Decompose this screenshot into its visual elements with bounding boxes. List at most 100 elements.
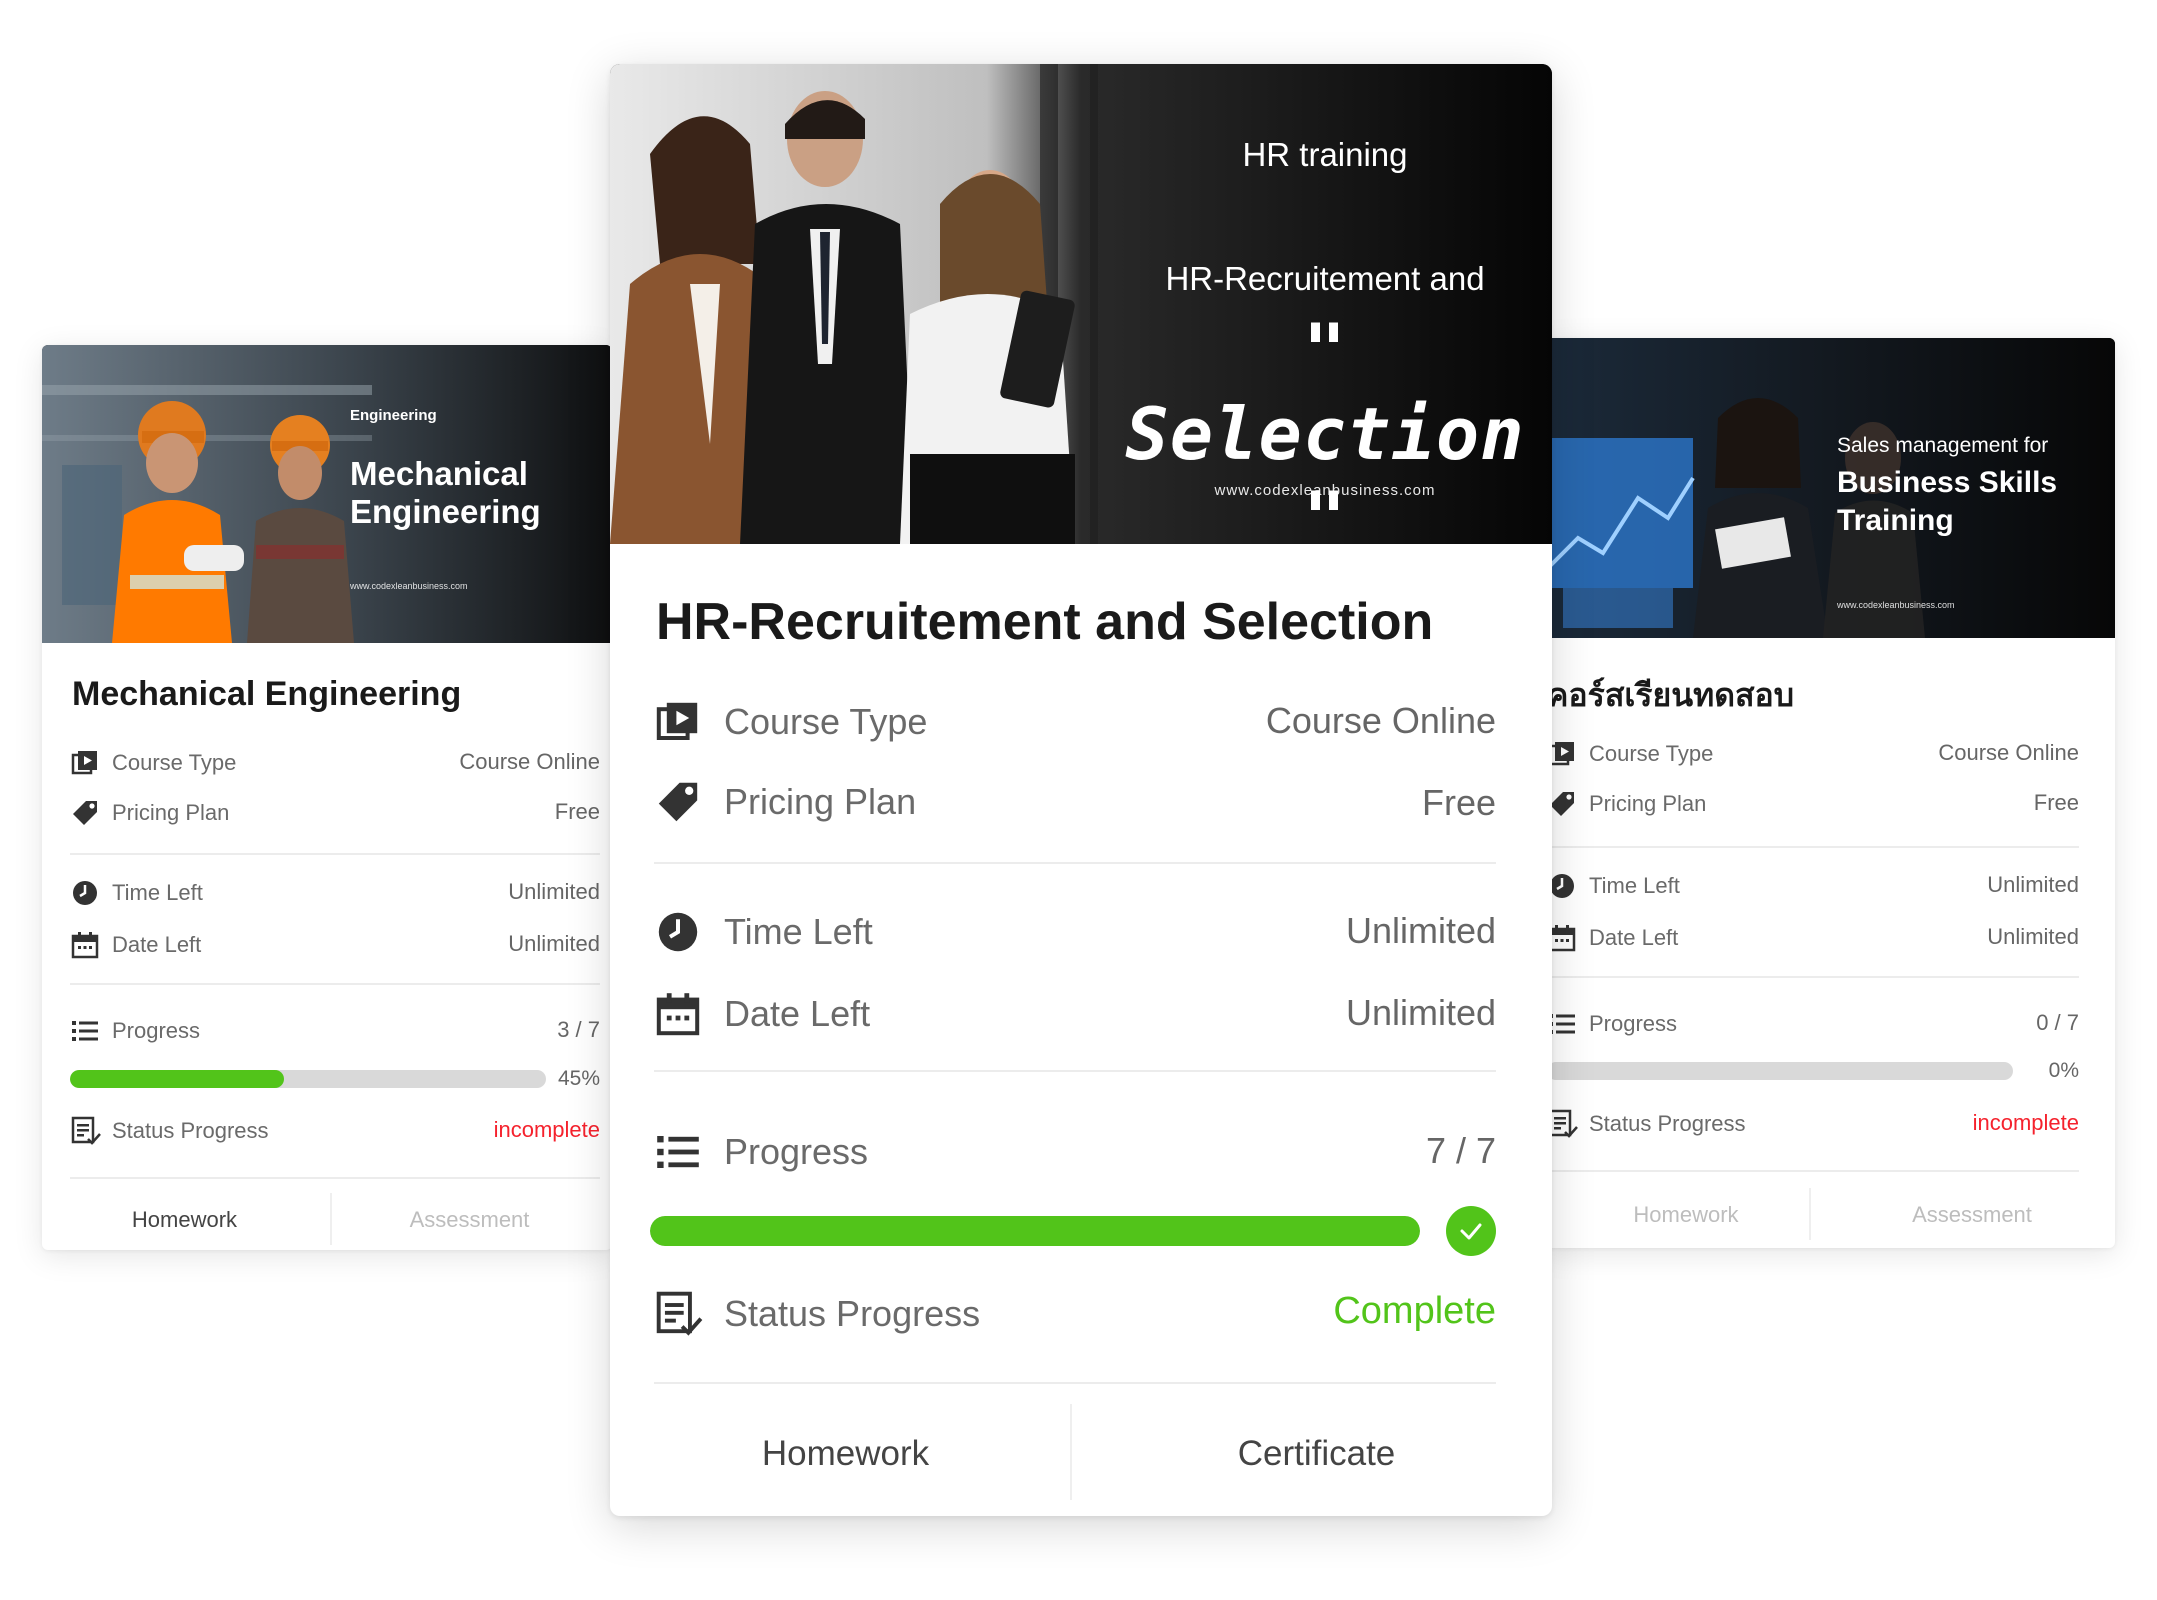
pricing-plan-label: Pricing Plan bbox=[1589, 791, 1707, 816]
course-type-row: Course Type bbox=[70, 745, 236, 781]
time-left-value: Unlimited bbox=[508, 879, 600, 904]
course-banner-image: Engineering Mechanical Engineering www.c… bbox=[42, 345, 612, 643]
course-banner-image: Sales management for Business Skills Tra… bbox=[1543, 338, 2115, 638]
date-left-value: Unlimited bbox=[1987, 924, 2079, 949]
course-banner-image: HR training HR-Recruitement and " Select… bbox=[610, 64, 1552, 544]
pricing-plan-row: Pricing Plan bbox=[654, 774, 916, 830]
pricing-plan-value: Free bbox=[2033, 790, 2079, 815]
pricing-plan-value: Free bbox=[1421, 782, 1496, 823]
banner-line3: Training bbox=[1837, 504, 1954, 537]
clock-icon bbox=[654, 908, 702, 956]
status-progress-row: Status Progress bbox=[654, 1286, 980, 1342]
date-left-value: Unlimited bbox=[1345, 992, 1496, 1033]
banner-line3: " Selection " bbox=[1125, 308, 1525, 544]
pricing-plan-label: Pricing Plan bbox=[112, 800, 230, 825]
course-type-row: Course Type bbox=[1547, 736, 1713, 772]
divider bbox=[654, 862, 1496, 864]
time-left-row: Time Left bbox=[1547, 868, 1680, 904]
pricing-plan-value: Free bbox=[554, 799, 600, 824]
progress-value: 3 / 7 bbox=[557, 1017, 600, 1042]
play-library-icon bbox=[654, 698, 702, 746]
assessment-tab[interactable]: Assessment bbox=[1829, 1195, 2115, 1235]
time-left-row: Time Left bbox=[70, 875, 203, 911]
date-left-row: Date Left bbox=[1547, 920, 1678, 956]
calendar-icon bbox=[654, 990, 702, 1038]
status-progress-label: Status Progress bbox=[724, 1293, 981, 1334]
card-tabs: Homework Certificate bbox=[610, 1424, 1552, 1484]
date-left-label: Date Left bbox=[112, 932, 202, 957]
tab-separator bbox=[330, 1193, 332, 1245]
divider bbox=[654, 1382, 1496, 1384]
calendar-icon bbox=[70, 930, 100, 960]
course-type-value: Course Online bbox=[459, 749, 600, 774]
banner-url: www.codexleanbusiness.com bbox=[350, 581, 468, 591]
status-progress-value: Complete bbox=[1333, 1290, 1496, 1332]
homework-tab[interactable]: Homework bbox=[42, 1200, 327, 1240]
assessment-tab[interactable]: Assessment bbox=[327, 1200, 612, 1240]
progress-percent: 0% bbox=[2048, 1059, 2079, 1082]
date-left-value: Unlimited bbox=[508, 931, 600, 956]
banner-line1: HR training bbox=[1242, 136, 1408, 173]
divider bbox=[1547, 846, 2079, 848]
progress-bar bbox=[70, 1070, 546, 1088]
pricing-plan-label: Pricing Plan bbox=[724, 781, 917, 822]
banner-url: www.codexleanbusiness.com bbox=[1837, 600, 1955, 610]
tab-separator bbox=[1070, 1404, 1072, 1500]
course-details: Course Type Course Online Pricing Plan F… bbox=[70, 745, 600, 1245]
progress-row: Progress bbox=[654, 1124, 868, 1180]
progress-value: 7 / 7 bbox=[1425, 1130, 1496, 1171]
date-left-label: Date Left bbox=[724, 993, 871, 1034]
progress-label: Progress bbox=[1589, 1011, 1678, 1036]
divider bbox=[70, 983, 600, 985]
certificate-tab[interactable]: Certificate bbox=[1081, 1424, 1552, 1484]
banner-line2: HR-Recruitement and bbox=[1165, 260, 1485, 297]
status-progress-row: Status Progress bbox=[70, 1113, 269, 1149]
banner-line2: Business Skills bbox=[1837, 466, 2058, 499]
course-title: HR-Recruitement and Selection bbox=[656, 593, 1434, 651]
course-title: คอร์สเรียนทดสอบ bbox=[1547, 676, 1795, 714]
status-progress-value: incomplete bbox=[1972, 1110, 2079, 1135]
course-card-mechanical-engineering[interactable]: Engineering Mechanical Engineering www.c… bbox=[42, 345, 612, 1250]
progress-bar-fill bbox=[70, 1070, 285, 1088]
progress-label: Progress bbox=[724, 1131, 869, 1172]
course-type-label: Course Type bbox=[724, 701, 928, 742]
course-card-hr-recruitement[interactable]: HR training HR-Recruitement and " Select… bbox=[610, 64, 1552, 1516]
clock-icon bbox=[70, 878, 100, 908]
pricing-plan-row: Pricing Plan bbox=[1547, 786, 1706, 822]
date-left-row: Date Left bbox=[654, 986, 870, 1042]
course-type-label: Course Type bbox=[1589, 741, 1714, 766]
course-type-label: Course Type bbox=[112, 750, 237, 775]
progress-row: Progress bbox=[1547, 1006, 1677, 1042]
progress-bar bbox=[1547, 1062, 2013, 1080]
homework-tab[interactable]: Homework bbox=[610, 1424, 1081, 1484]
progress-row: Progress bbox=[70, 1013, 200, 1049]
progress-label: Progress bbox=[112, 1018, 201, 1043]
time-left-row: Time Left bbox=[654, 904, 873, 960]
play-library-icon bbox=[70, 748, 100, 778]
course-type-row: Course Type bbox=[654, 694, 927, 750]
divider bbox=[70, 853, 600, 855]
time-left-value: Unlimited bbox=[1987, 872, 2079, 897]
divider bbox=[1547, 1170, 2079, 1172]
progress-bar bbox=[650, 1216, 1420, 1246]
list-icon bbox=[654, 1128, 702, 1176]
checklist-document-icon bbox=[654, 1289, 704, 1339]
card-tabs: Homework Assessment bbox=[1543, 1195, 2115, 1235]
course-type-value: Course Online bbox=[1265, 700, 1496, 741]
time-left-label: Time Left bbox=[112, 880, 203, 905]
divider bbox=[70, 1177, 600, 1179]
card-tabs: Homework Assessment bbox=[42, 1200, 612, 1240]
status-progress-label: Status Progress bbox=[112, 1118, 269, 1143]
course-title: Mechanical Engineering bbox=[72, 675, 462, 713]
progress-bar-fill bbox=[650, 1216, 1420, 1246]
check-circle-icon bbox=[1446, 1206, 1496, 1256]
course-details: Course Type Course Online Pricing Plan F… bbox=[1547, 736, 2079, 1236]
date-left-label: Date Left bbox=[1589, 925, 1679, 950]
course-details: Course Type Course Online Pricing Plan F… bbox=[650, 694, 1496, 1474]
status-progress-value: incomplete bbox=[493, 1117, 600, 1142]
banner-title-line1: Mechanical bbox=[350, 455, 528, 492]
course-card-business-skills[interactable]: Sales management for Business Skills Tra… bbox=[1543, 338, 2115, 1248]
status-progress-label: Status Progress bbox=[1589, 1111, 1746, 1136]
homework-tab[interactable]: Homework bbox=[1543, 1195, 1829, 1235]
tab-separator bbox=[1809, 1188, 1811, 1240]
